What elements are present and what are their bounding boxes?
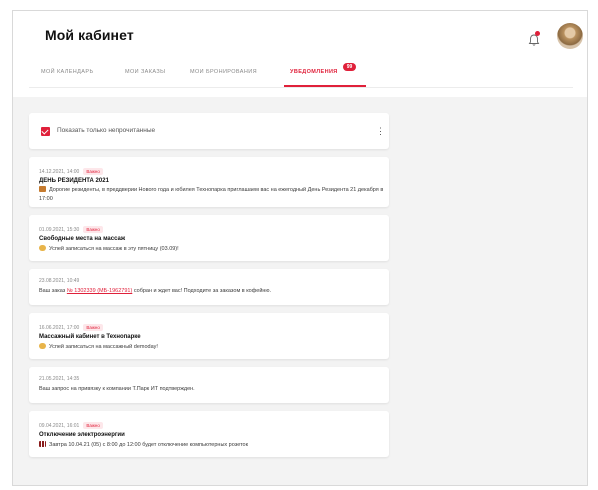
filter-label: Показать только непрочитанные	[57, 127, 156, 134]
app-window: Мой кабинет МОЙ КАЛЕНДАРЬ МОИ ЗАКАЗЫ МОИ…	[12, 10, 588, 486]
notification-title: Отключение электроэнергии	[39, 432, 125, 438]
important-badge: Важно	[83, 226, 103, 233]
battery-icon	[39, 441, 46, 447]
tab-notifications[interactable]: УВЕДОМЛЕНИЯ	[290, 69, 338, 75]
unread-only-checkbox[interactable]	[41, 127, 50, 136]
notifications-count-badge: 99	[343, 63, 356, 71]
important-badge: Важно	[83, 168, 103, 175]
notification-body: Завтра 10.04.21 (05) с 8:00 до 12:00 буд…	[49, 442, 248, 448]
notification-item[interactable]: 14.12.2021, 14:00 Важно ДЕНЬ РЕЗИДЕНТА 20…	[29, 157, 389, 207]
tab-calendar[interactable]: МОЙ КАЛЕНДАРЬ	[41, 69, 93, 75]
notification-body: Ваш запрос на привязку к компании Т.Парк…	[39, 386, 195, 392]
more-vertical-icon[interactable]: ⋮	[376, 124, 385, 138]
header: Мой кабинет МОЙ КАЛЕНДАРЬ МОИ ЗАКАЗЫ МОИ…	[13, 11, 587, 97]
notification-date: 21.05.2021, 14:35	[39, 376, 80, 382]
filter-card: Показать только непрочитанные ⋮	[29, 113, 389, 149]
notification-item[interactable]: 21.05.2021, 14:35 Ваш запрос на привязку…	[29, 367, 389, 403]
tab-orders[interactable]: МОИ ЗАКАЗЫ	[125, 69, 165, 75]
notification-body: Дорогие резиденты, в преддверии Нового г…	[39, 187, 384, 202]
page-title: Мой кабинет	[45, 27, 134, 43]
important-badge: Важно	[83, 422, 103, 429]
notification-title: Свободные места на массаж	[39, 236, 126, 242]
notification-body: Успей записаться на массажный demoday!	[49, 344, 158, 350]
notification-title: ДЕНЬ РЕЗИДЕНТА 2021	[39, 178, 109, 184]
hand-icon	[39, 245, 46, 251]
notification-date: 23.08.2021, 10:49	[39, 278, 80, 284]
notification-date: 09.04.2021, 16:01	[39, 422, 80, 429]
tab-bookings[interactable]: МОИ БРОНИРОВАНИЯ	[190, 69, 257, 75]
notification-dot	[535, 31, 540, 36]
notification-item[interactable]: 23.08.2021, 10:49 Ваш заказ № 1302339 (М…	[29, 269, 389, 305]
notification-body-text: Ваш заказ	[39, 288, 67, 294]
notification-date: 01.09.2021, 15:30	[39, 226, 80, 233]
calendar-icon	[39, 186, 46, 192]
notification-date: 14.12.2021, 14:00	[39, 168, 80, 175]
order-link[interactable]: № 1302339 (МБ-1962791)	[67, 288, 132, 294]
hand-icon	[39, 343, 46, 349]
notification-body: Успей записаться на массаж в эту пятницу…	[49, 246, 179, 252]
notification-date: 16.06.2021, 17:00	[39, 324, 80, 331]
notification-title: Массажный кабинет в Технопарке	[39, 334, 141, 340]
notification-item[interactable]: 01.09.2021, 15:30 Важно Свободные места н…	[29, 215, 389, 261]
divider	[29, 87, 573, 88]
important-badge: Важно	[83, 324, 103, 331]
avatar[interactable]	[557, 23, 583, 49]
notifications-panel: Показать только непрочитанные ⋮ 14.12.20…	[13, 97, 587, 485]
notification-body-text: собран и ждет вас! Подходите за заказом …	[132, 288, 272, 294]
tab-bar: МОЙ КАЛЕНДАРЬ МОИ ЗАКАЗЫ МОИ БРОНИРОВАНИ…	[13, 63, 587, 87]
notification-item[interactable]: 16.06.2021, 17:00 Важно Массажный кабинет…	[29, 313, 389, 359]
notification-item[interactable]: 09.04.2021, 16:01 Важно Отключение электр…	[29, 411, 389, 457]
